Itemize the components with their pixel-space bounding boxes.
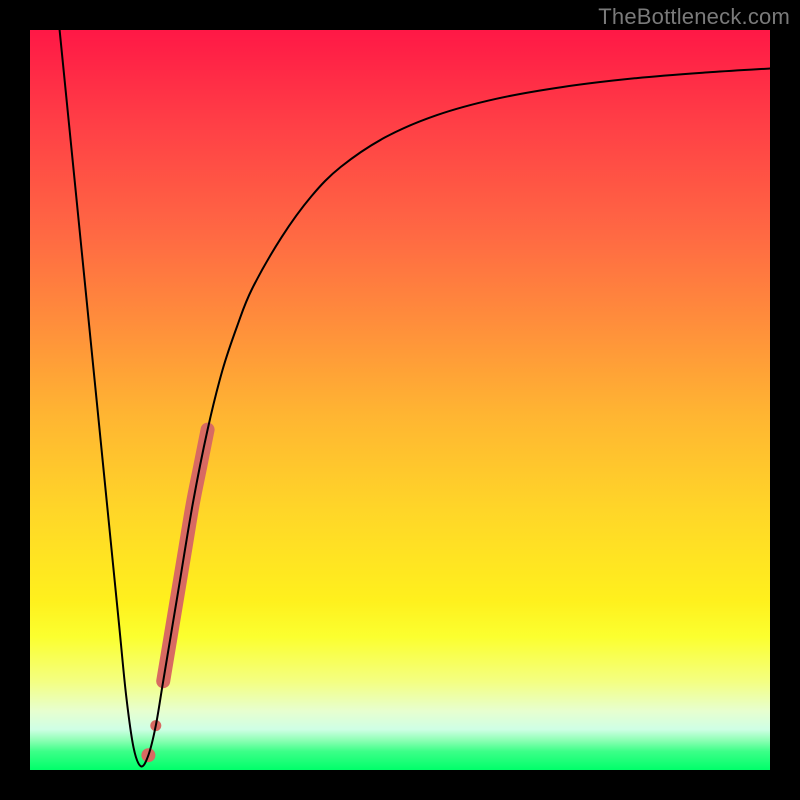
- watermark-text: TheBottleneck.com: [598, 4, 790, 30]
- chart-frame: TheBottleneck.com: [0, 0, 800, 800]
- curve-layer: [30, 30, 770, 770]
- plot-area: [30, 30, 770, 770]
